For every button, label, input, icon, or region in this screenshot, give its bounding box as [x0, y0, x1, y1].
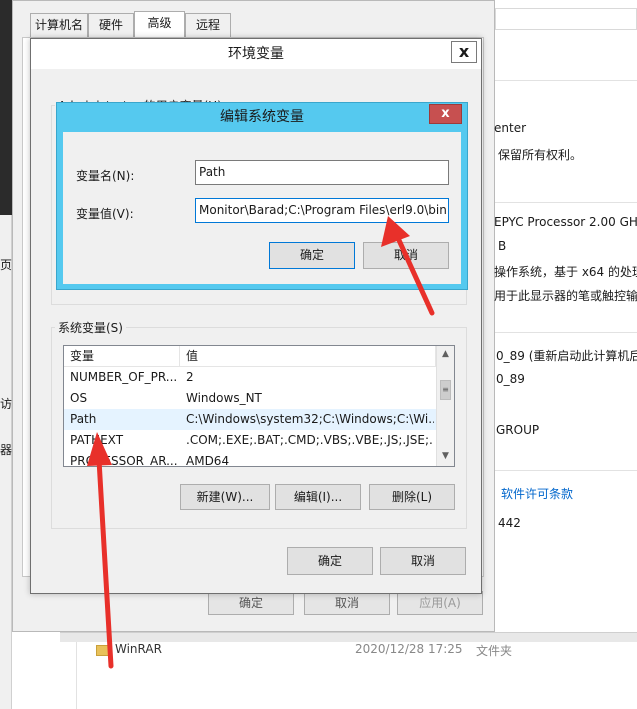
dialog-title: 编辑系统变量	[220, 109, 304, 125]
dialog-title: 环境变量	[31, 39, 481, 69]
variable-value-field[interactable]: Monitor\Barad;C:\Program Files\erl9.0\bi…	[195, 198, 449, 223]
tab-hardware[interactable]: 硬件	[88, 13, 134, 37]
system-info-line: 操作系统，基于 x64 的处理	[494, 265, 637, 279]
column-header-value[interactable]: 值	[180, 346, 436, 367]
edit-system-variable-dialog: 编辑系统变量 x 变量名(N): Path 变量值(V): Monitor\Ba…	[56, 102, 468, 290]
variable-name-label: 变量名(N):	[76, 169, 135, 183]
env-ok-button[interactable]: 确定	[287, 547, 373, 575]
bg-divider	[495, 470, 637, 471]
sysprop-cancel-button[interactable]: 取消	[304, 591, 390, 615]
bg-address-bar	[495, 8, 637, 30]
system-info-line: 0_89	[496, 372, 525, 386]
table-row[interactable]: PROCESSOR_AR... AMD64	[64, 451, 436, 467]
tab-computer-name[interactable]: 计算机名	[30, 13, 88, 37]
system-info-line: EPYC Processor 2.00 GH	[494, 215, 637, 229]
file-name[interactable]: WinRAR	[115, 642, 162, 656]
variable-value: .COM;.EXE;.BAT;.CMD;.VBS;.VBE;.JS;.JSE;.…	[186, 433, 434, 447]
table-row-selected[interactable]: Path C:\Windows\system32;C:\Windows;C:\W…	[64, 409, 436, 430]
file-type: 文件夹	[476, 644, 513, 658]
system-info-line: GROUP	[496, 423, 540, 437]
variable-value: C:\Windows\system32;C:\Windows;C:\Wi...	[186, 412, 434, 426]
close-button[interactable]: x	[429, 104, 462, 124]
variable-name: PATHEXT	[70, 433, 124, 447]
tab-remote[interactable]: 远程	[185, 13, 231, 37]
dialog-body: 变量名(N): Path 变量值(V): Monitor\Barad;C:\Pr…	[63, 132, 461, 284]
table-row[interactable]: NUMBER_OF_PR... 2	[64, 367, 436, 388]
license-link[interactable]: 软件许可条款	[501, 485, 573, 502]
system-info-line: 0_89 (重新启动此计算机后	[496, 349, 637, 363]
edit-cancel-button[interactable]: 取消	[363, 242, 449, 269]
edit-variable-button[interactable]: 编辑(I)...	[275, 484, 361, 510]
scroll-up-icon[interactable]: ▲	[437, 346, 454, 363]
sysprop-apply-button[interactable]: 应用(A)	[397, 591, 483, 615]
column-header-variable[interactable]: 变量	[64, 346, 180, 367]
delete-variable-button[interactable]: 删除(L)	[369, 484, 455, 510]
system-info-line: 保留所有权利。	[498, 148, 583, 162]
system-info-line: B	[498, 239, 507, 253]
table-row[interactable]: PATHEXT .COM;.EXE;.BAT;.CMD;.VBS;.VBE;.J…	[64, 430, 436, 451]
file-date: 2020/12/28 17:25	[355, 642, 463, 656]
scrollbar-thumb[interactable]: ≡	[440, 380, 451, 400]
system-variables-label: 系统变量(S)	[55, 319, 126, 336]
bg-fragment: 器	[0, 443, 13, 457]
bg-divider	[495, 80, 637, 81]
env-cancel-button[interactable]: 取消	[380, 547, 466, 575]
close-button[interactable]: x	[451, 41, 477, 63]
variable-value: Windows_NT	[186, 391, 262, 405]
variable-name: NUMBER_OF_PR...	[70, 370, 178, 384]
background-dark-panel	[0, 0, 12, 215]
variable-value: AMD64	[186, 454, 230, 467]
variable-name: OS	[70, 391, 88, 405]
variable-name: PROCESSOR_AR...	[70, 454, 178, 467]
system-info-line: 442	[498, 516, 521, 530]
edit-ok-button[interactable]: 确定	[269, 242, 355, 269]
bg-window-bottom-edge	[60, 632, 637, 642]
variable-name: Path	[70, 412, 97, 426]
variable-name-field[interactable]: Path	[195, 160, 449, 185]
variable-value: 2	[186, 370, 194, 384]
system-info-line: 用于此显示器的笔或触控输	[494, 289, 637, 303]
system-variables-list[interactable]: 变量 值 NUMBER_OF_PR... 2 OS Windows_NT Pat…	[63, 345, 455, 467]
vertical-scrollbar[interactable]: ▲ ≡ ▼	[436, 346, 454, 466]
scroll-down-icon[interactable]: ▼	[437, 448, 454, 465]
new-variable-button[interactable]: 新建(W)...	[180, 484, 270, 510]
bg-divider	[495, 202, 637, 203]
tab-advanced[interactable]: 高级	[134, 11, 185, 38]
folder-icon	[96, 645, 110, 656]
table-row[interactable]: OS Windows_NT	[64, 388, 436, 409]
sysprop-ok-button[interactable]: 确定	[208, 591, 294, 615]
bg-divider	[76, 642, 77, 709]
bg-divider	[495, 332, 637, 333]
variable-value-label: 变量值(V):	[76, 207, 134, 221]
bg-fragment: 页	[0, 258, 13, 272]
system-info-line: enter	[494, 121, 527, 135]
